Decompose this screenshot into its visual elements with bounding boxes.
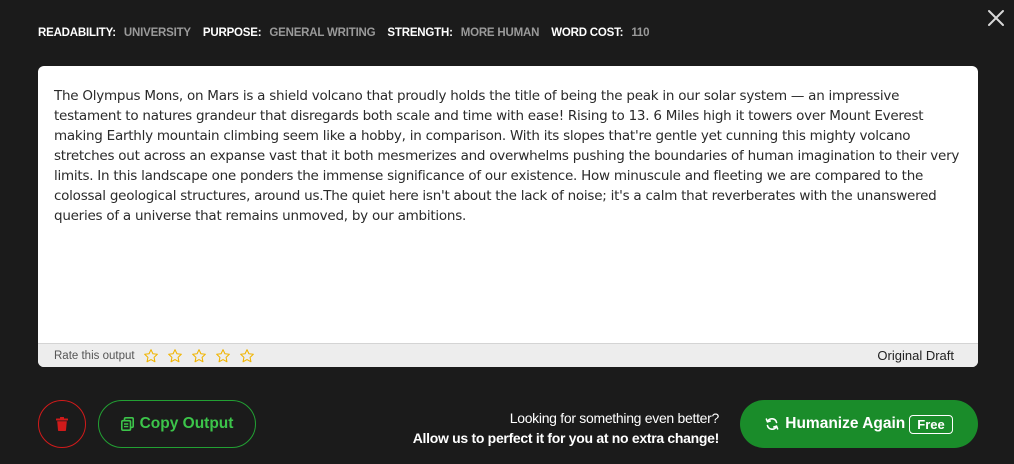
close-icon (988, 10, 1004, 26)
output-footer: Rate this output Original Draft (38, 343, 978, 367)
close-button[interactable] (986, 8, 1006, 28)
meta-purpose: PURPOSE: GENERAL WRITING (203, 27, 376, 39)
copy-output-button[interactable]: Copy Output (98, 400, 256, 448)
free-badge: Free (909, 414, 953, 434)
star-2-icon[interactable] (167, 348, 183, 364)
meta-key: WORD COST: (551, 27, 624, 39)
star-4-icon[interactable] (215, 348, 231, 364)
rate-label: Rate this output (54, 349, 135, 362)
meta-key: PURPOSE: (202, 27, 262, 39)
meta-word-cost: WORD COST: 110 (551, 27, 649, 39)
meta-strength: STRENGTH: MORE HUMAN (387, 27, 539, 39)
star-rating (143, 348, 263, 364)
meta-key: STRENGTH: (387, 27, 453, 39)
output-card: The Olympus Mons, on Mars is a shield vo… (38, 66, 978, 367)
star-1-icon[interactable] (143, 348, 159, 364)
meta-value: MORE HUMAN (460, 27, 540, 39)
humanize-again-label: Humanize Again (785, 415, 906, 432)
star-3-icon[interactable] (191, 348, 207, 364)
original-draft-toggle[interactable]: Original Draft (877, 348, 954, 363)
meta-value: UNIVERSITY (123, 27, 191, 39)
upsell-offer: Allow us to perfect it for you at no ext… (412, 430, 720, 446)
meta-key: READABILITY: (38, 27, 116, 39)
meta-value: GENERAL WRITING (269, 27, 376, 39)
settings-summary-bar: READABILITY: UNIVERSITY PURPOSE: GENERAL… (38, 27, 661, 39)
humanize-again-button[interactable]: Humanize Again Free (740, 400, 978, 448)
upsell-question: Looking for something even better? (509, 410, 720, 426)
star-5-icon[interactable] (239, 348, 255, 364)
upsell-message: Looking for something even better? Allow… (412, 408, 720, 448)
delete-button[interactable] (38, 400, 86, 448)
copy-icon (120, 417, 134, 431)
humanized-output-text[interactable]: The Olympus Mons, on Mars is a shield vo… (54, 86, 962, 226)
refresh-icon (765, 418, 779, 430)
meta-readability: READABILITY: UNIVERSITY (38, 27, 191, 39)
trash-icon (56, 417, 68, 431)
copy-output-label: Copy Output (139, 415, 234, 432)
meta-value: 110 (631, 27, 650, 39)
